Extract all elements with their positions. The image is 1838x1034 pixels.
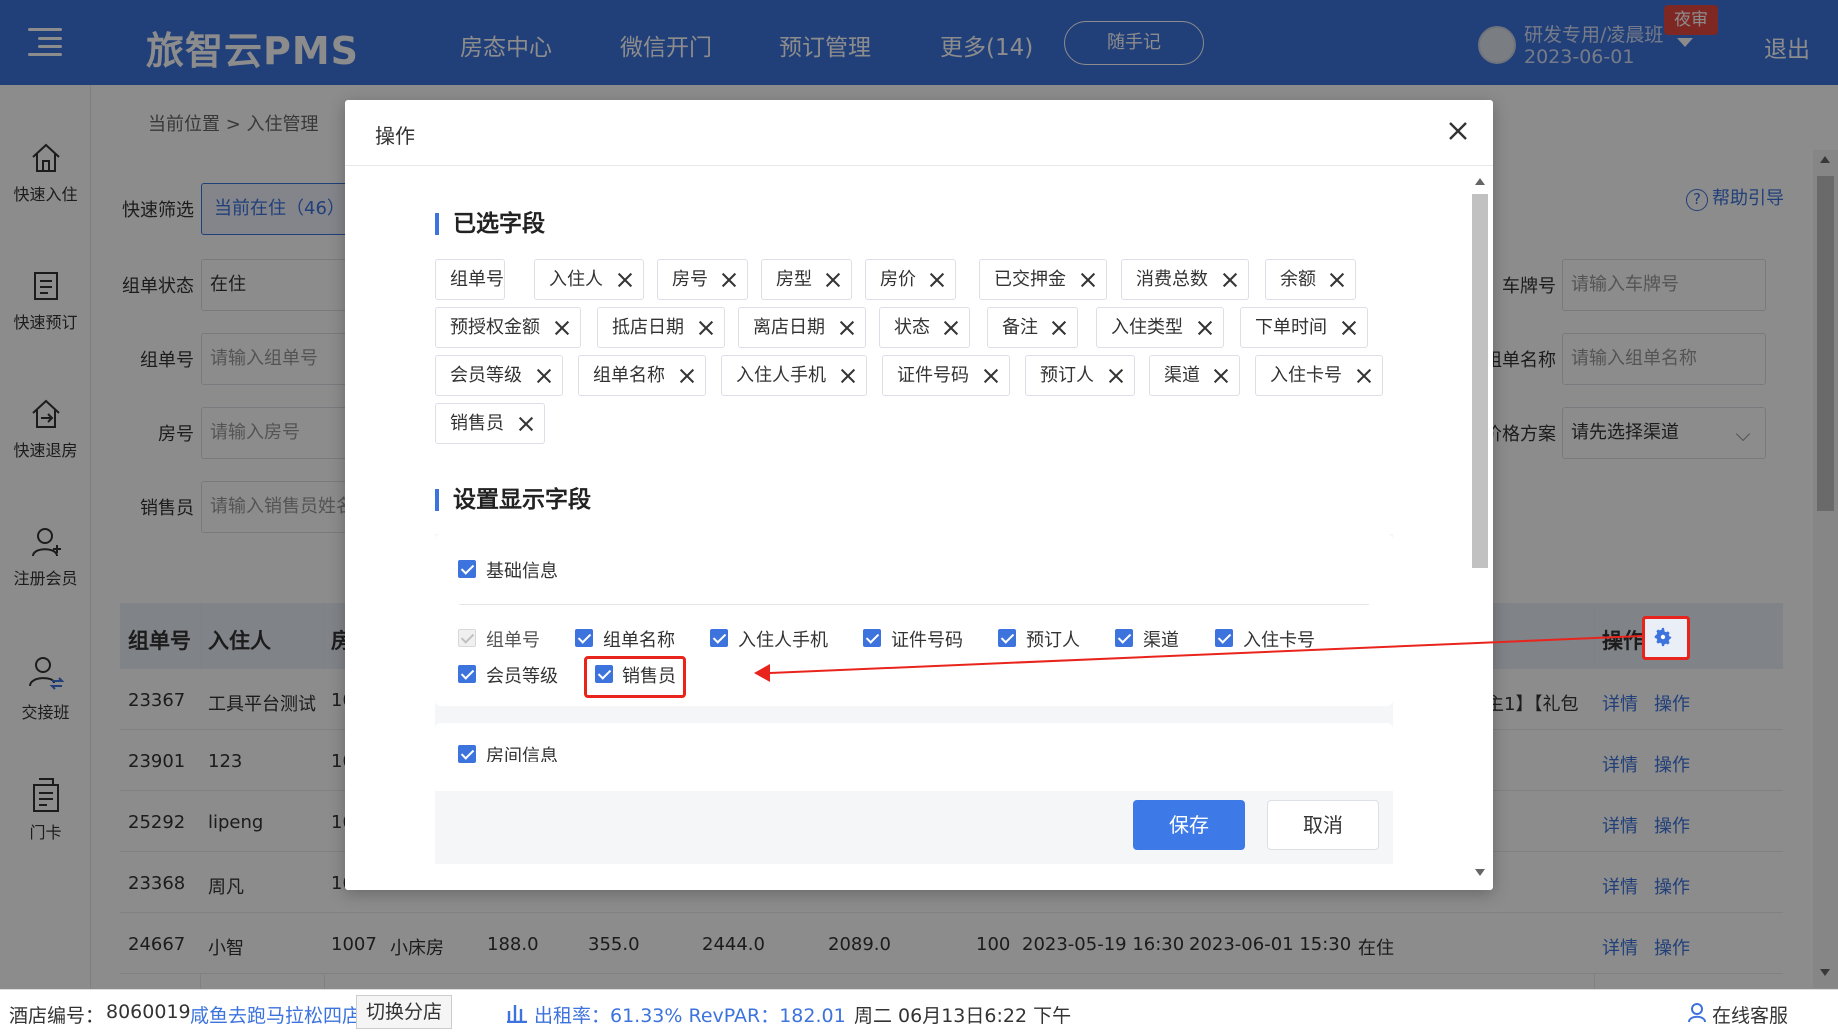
salesperson-highlight-box [584, 656, 686, 698]
field-checkbox-booker[interactable] [998, 629, 1016, 647]
selected-tag: 入住人 [534, 259, 644, 300]
field-label: 渠道 [1143, 630, 1179, 651]
field-checkbox-order-no [458, 629, 476, 647]
close-icon[interactable] [1445, 118, 1471, 144]
remove-icon[interactable] [1356, 368, 1372, 384]
basic-info-panel [435, 534, 1393, 706]
status-bar: 酒店编号： 8060019 咸鱼去跑马拉松四店 切换分店 出租率：61.33% … [0, 989, 1838, 1034]
selected-tag: 组单号 [435, 259, 505, 300]
selected-tag: 入住类型 [1096, 307, 1224, 348]
modal-scrollbar[interactable] [1469, 172, 1491, 882]
switch-branch-button[interactable]: 切换分店 [356, 995, 452, 1029]
display-fields-title: 设置显示字段 [435, 489, 591, 512]
hotel-no-label: 酒店编号： [9, 1005, 105, 1027]
remove-icon[interactable] [1341, 320, 1357, 336]
selected-tag: 状态 [879, 307, 970, 348]
field-label: 会员等级 [486, 666, 558, 687]
field-label: 入住卡号 [1243, 630, 1315, 651]
remove-icon[interactable] [554, 320, 570, 336]
selected-tag: 组单名称 [578, 355, 706, 396]
online-support-link[interactable]: 在线客服 [1712, 1001, 1788, 1028]
field-checkbox-guest-phone[interactable] [710, 629, 728, 647]
selected-tag: 预授权金额 [435, 307, 581, 348]
current-datetime: 周二 06月13日6:22 下午 [854, 1005, 1072, 1027]
bar-chart-icon [507, 1005, 527, 1023]
selected-tag: 已交押金 [979, 259, 1107, 300]
hotel-no: 8060019 [106, 1001, 191, 1023]
selected-tag: 房型 [761, 259, 852, 300]
field-checkbox-channel[interactable] [1115, 629, 1133, 647]
field-label: 组单号 [486, 630, 540, 651]
selected-tag: 入住卡号 [1255, 355, 1383, 396]
selected-tag: 预订人 [1025, 355, 1135, 396]
field-settings-modal: 操作 已选字段 组单号 入住人 房号 房型 房价 已交押金 消费总数 余额 预授… [345, 100, 1493, 890]
field-checkbox-member-level[interactable] [458, 665, 476, 683]
selected-tag: 下单时间 [1240, 307, 1368, 348]
modal-header: 操作 [345, 100, 1493, 166]
selected-tag: 离店日期 [738, 307, 866, 348]
remove-icon[interactable] [1080, 272, 1096, 288]
selected-tag: 抵店日期 [597, 307, 725, 348]
selected-tag: 销售员 [435, 403, 545, 444]
selected-tag: 证件号码 [882, 355, 1010, 396]
gear-icon[interactable] [1652, 626, 1674, 648]
room-info-label: 房间信息 [486, 746, 558, 762]
selected-tag: 入住人手机 [721, 355, 867, 396]
selected-tag: 消费总数 [1121, 259, 1249, 300]
remove-icon[interactable] [679, 368, 695, 384]
remove-icon[interactable] [929, 272, 945, 288]
remove-icon[interactable] [983, 368, 999, 384]
field-label: 组单名称 [603, 630, 675, 651]
basic-info-label: 基础信息 [486, 561, 558, 582]
hotel-name: 咸鱼去跑马拉松四店 [190, 1005, 362, 1027]
remove-icon[interactable] [617, 272, 633, 288]
basic-info-checkbox[interactable] [458, 560, 476, 578]
room-info-checkbox[interactable] [458, 745, 476, 763]
modal-title: 操作 [375, 124, 415, 148]
remove-icon[interactable] [698, 320, 714, 336]
selected-tag: 余额 [1265, 259, 1356, 300]
remove-icon[interactable] [1213, 368, 1229, 384]
field-label: 证件号码 [891, 630, 963, 651]
remove-icon[interactable] [840, 368, 856, 384]
remove-icon[interactable] [536, 368, 552, 384]
field-checkbox-card-no[interactable] [1215, 629, 1233, 647]
field-checkbox-group-name[interactable] [575, 629, 593, 647]
occupancy-stats: 出租率：61.33% RevPAR：182.01 [534, 1005, 846, 1027]
remove-icon[interactable] [825, 272, 841, 288]
selected-tag: 备注 [987, 307, 1078, 348]
remove-icon[interactable] [518, 416, 534, 432]
selected-tag: 房号 [657, 259, 748, 300]
remove-icon[interactable] [943, 320, 959, 336]
field-checkbox-id-no[interactable] [863, 629, 881, 647]
selected-fields-title: 已选字段 [435, 213, 545, 236]
field-label: 入住人手机 [738, 630, 828, 651]
selected-tag: 会员等级 [435, 355, 563, 396]
selected-tag: 房价 [865, 259, 956, 300]
cancel-button[interactable]: 取消 [1267, 800, 1379, 850]
field-label: 预订人 [1026, 630, 1080, 651]
remove-icon[interactable] [1197, 320, 1213, 336]
selected-tag: 渠道 [1149, 355, 1240, 396]
remove-icon[interactable] [721, 272, 737, 288]
remove-icon[interactable] [1329, 272, 1345, 288]
remove-icon[interactable] [1108, 368, 1124, 384]
remove-icon[interactable] [1051, 320, 1067, 336]
remove-icon[interactable] [839, 320, 855, 336]
support-icon [1688, 1003, 1706, 1023]
save-button[interactable]: 保存 [1133, 800, 1245, 850]
remove-icon[interactable] [1222, 272, 1238, 288]
